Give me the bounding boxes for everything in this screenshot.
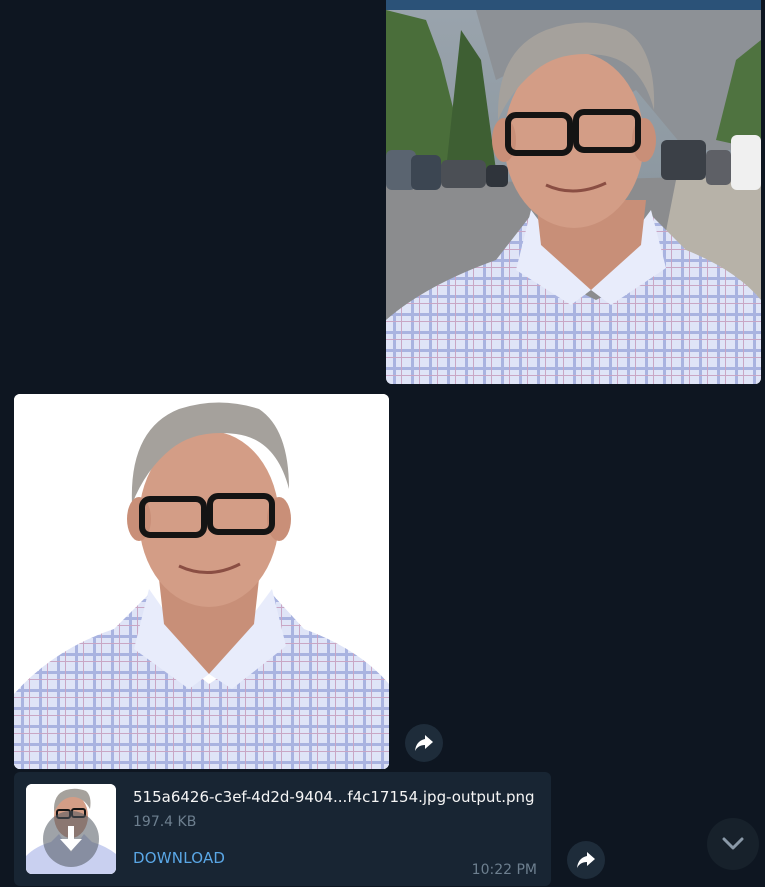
scroll-to-bottom-button[interactable]: [707, 818, 759, 870]
received-photo[interactable]: [14, 394, 389, 769]
message-time: 10:22 PM: [471, 862, 537, 878]
received-photo-image: [14, 394, 389, 769]
file-size: 197.4 KB: [133, 814, 197, 830]
sent-photo-image: [386, 0, 761, 384]
file-thumbnail[interactable]: [26, 784, 116, 874]
file-message: 515a6426-c3ef-4d2d-9404...f4c17154.jpg-o…: [14, 772, 551, 886]
download-arrow-icon: [60, 826, 82, 851]
forward-arrow-icon: [415, 735, 433, 751]
download-overlay[interactable]: [43, 811, 99, 867]
sent-photo[interactable]: [386, 0, 761, 384]
photo-top-bar: [386, 0, 761, 10]
chevron-down-icon: [722, 837, 744, 850]
forward-button[interactable]: [405, 724, 443, 762]
file-name: 515a6426-c3ef-4d2d-9404...f4c17154.jpg-o…: [133, 788, 535, 806]
forward-button[interactable]: [567, 841, 605, 879]
forward-arrow-icon: [577, 852, 595, 868]
download-button[interactable]: DOWNLOAD: [133, 849, 225, 867]
